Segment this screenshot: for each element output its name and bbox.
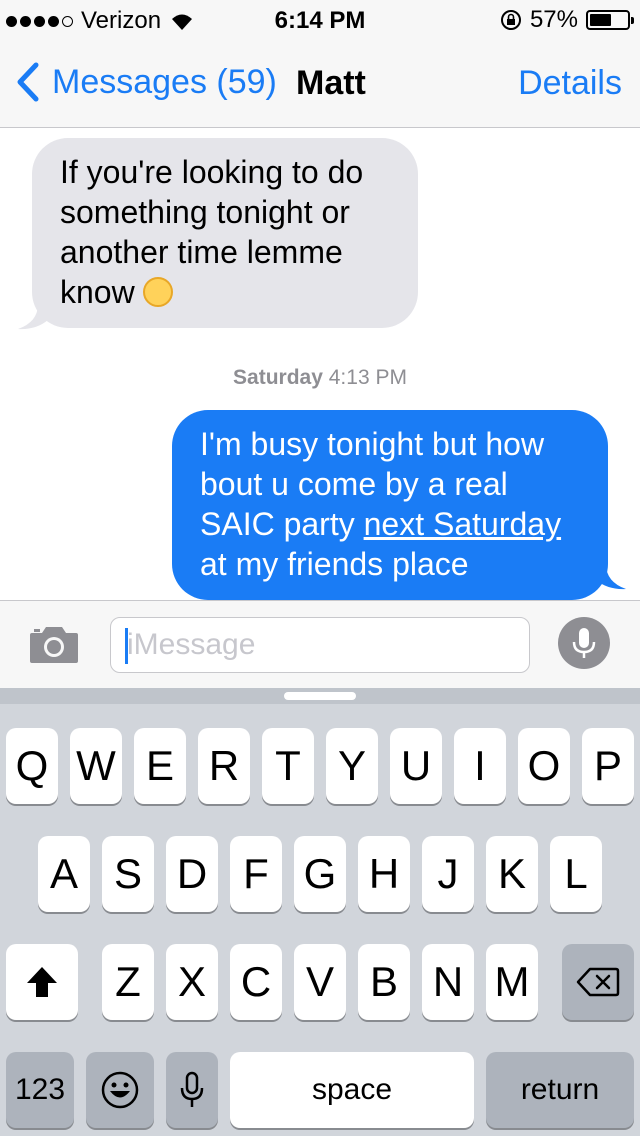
back-label: Messages (59)	[52, 62, 277, 101]
rotation-lock-icon	[500, 10, 521, 30]
key-j[interactable]: J	[422, 836, 474, 912]
key-c[interactable]: C	[230, 944, 282, 1020]
key-q[interactable]: Q	[6, 728, 58, 804]
details-button[interactable]: Details	[518, 64, 622, 103]
shift-icon	[27, 967, 57, 997]
battery-icon	[586, 10, 634, 30]
outgoing-message-bubble[interactable]: I'm busy tonight but how bout u come by …	[172, 410, 608, 600]
back-button[interactable]: Messages (59)	[16, 62, 277, 102]
key-p[interactable]: P	[582, 728, 634, 804]
message-thread[interactable]: If you're looking to do something tonigh…	[0, 128, 640, 600]
key-g[interactable]: G	[294, 836, 346, 912]
text-cursor	[125, 628, 128, 664]
key-n[interactable]: N	[422, 944, 474, 1020]
key-d[interactable]: D	[166, 836, 218, 912]
status-bar: Verizon 6:14 PM 57%	[0, 0, 640, 40]
key-m[interactable]: M	[486, 944, 538, 1020]
conversation-title: Matt	[296, 64, 366, 102]
camera-icon[interactable]	[28, 625, 80, 665]
emoji-icon	[101, 1071, 139, 1109]
date-link[interactable]: next Saturday	[364, 506, 561, 542]
timestamp-day: Saturday	[233, 366, 323, 389]
timestamp-time: 4:13 PM	[328, 366, 407, 389]
key-w[interactable]: W	[70, 728, 122, 804]
key-l[interactable]: L	[550, 836, 602, 912]
return-key[interactable]: return	[486, 1052, 634, 1128]
key-v[interactable]: V	[294, 944, 346, 1020]
key-k[interactable]: K	[486, 836, 538, 912]
nav-bar: Messages (59) Matt Details	[0, 40, 640, 128]
keyboard-handle	[284, 692, 356, 700]
key-b[interactable]: B	[358, 944, 410, 1020]
key-x[interactable]: X	[166, 944, 218, 1020]
status-right: 57%	[500, 6, 634, 34]
backspace-icon	[576, 967, 620, 997]
key-h[interactable]: H	[358, 836, 410, 912]
outgoing-message-text-end: at my friends place	[200, 546, 469, 582]
incoming-message-bubble[interactable]: If you're looking to do something tonigh…	[32, 138, 418, 328]
battery-percent: 57%	[529, 6, 578, 33]
emoji-key[interactable]	[86, 1052, 154, 1128]
key-i[interactable]: I	[454, 728, 506, 804]
incoming-message-text: If you're looking to do something tonigh…	[60, 154, 364, 310]
key-r[interactable]: R	[198, 728, 250, 804]
microphone-icon	[180, 1071, 204, 1107]
space-key[interactable]: space	[230, 1052, 474, 1128]
delete-key[interactable]	[562, 944, 634, 1020]
chevron-left-icon	[17, 62, 39, 102]
message-input[interactable]: iMessage	[110, 617, 530, 673]
key-z[interactable]: Z	[102, 944, 154, 1020]
key-o[interactable]: O	[518, 728, 570, 804]
dictation-key[interactable]	[166, 1052, 218, 1128]
key-y[interactable]: Y	[326, 728, 378, 804]
shift-key[interactable]	[6, 944, 78, 1020]
key-f[interactable]: F	[230, 836, 282, 912]
upside-down-face-emoji	[142, 277, 173, 307]
message-input-placeholder: iMessage	[127, 628, 256, 661]
numbers-key[interactable]: 123	[6, 1052, 74, 1128]
microphone-icon	[572, 628, 596, 658]
key-e[interactable]: E	[134, 728, 186, 804]
dictation-button[interactable]	[558, 617, 610, 669]
compose-bar: iMessage	[0, 600, 640, 688]
key-s[interactable]: S	[102, 836, 154, 912]
keyboard: QWERTYUIOP ASDFGHJKL ZXCVBNM 123 space r…	[0, 688, 640, 1136]
key-t[interactable]: T	[262, 728, 314, 804]
key-u[interactable]: U	[390, 728, 442, 804]
message-timestamp: Saturday 4:13 PM	[0, 366, 640, 390]
key-a[interactable]: A	[38, 836, 90, 912]
